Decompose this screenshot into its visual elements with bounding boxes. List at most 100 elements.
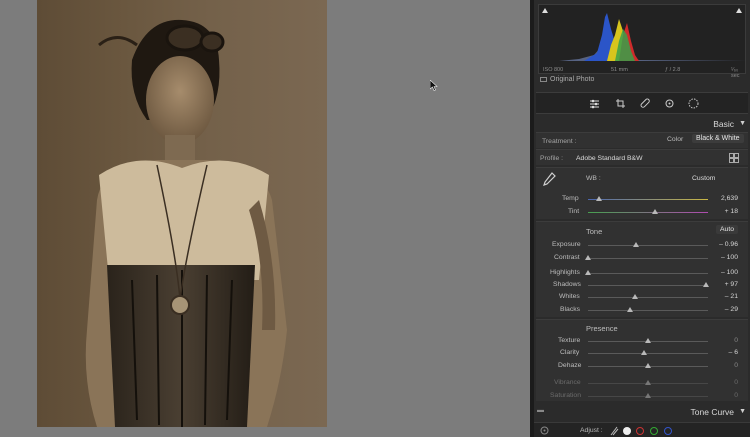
aperture-readout: ƒ / 2.8 bbox=[665, 67, 681, 73]
texture-slider[interactable] bbox=[588, 338, 708, 343]
dehaze-value[interactable]: 0 bbox=[734, 362, 738, 369]
contrast-value[interactable]: – 100 bbox=[721, 254, 738, 261]
texture-label: Texture bbox=[558, 337, 581, 344]
saturation-slider-handle[interactable] bbox=[645, 393, 651, 398]
healing-icon[interactable] bbox=[640, 98, 651, 109]
iso-readout: ISO 800 bbox=[543, 67, 564, 73]
profile-dropdown[interactable]: Adobe Standard B&W bbox=[576, 155, 643, 162]
tone-curve-section-header[interactable]: ▬ Tone Curve ▼ bbox=[534, 405, 750, 419]
masking-icon[interactable] bbox=[688, 98, 699, 109]
clarity-slider[interactable] bbox=[588, 350, 708, 355]
panel-toggle-icon[interactable]: ▬ bbox=[537, 407, 544, 414]
exposure-slider[interactable] bbox=[588, 242, 708, 247]
mouse-cursor-icon bbox=[430, 80, 438, 91]
target-adjust-icon[interactable] bbox=[540, 426, 549, 435]
contrast-label: Contrast bbox=[554, 254, 580, 261]
histogram[interactable]: ISO 800 51 mm ƒ / 2.8 ¹⁄₆₀ sec bbox=[538, 4, 747, 79]
whites-label: Whites bbox=[559, 293, 580, 300]
treatment-label: Treatment : bbox=[542, 138, 577, 145]
highlights-value[interactable]: – 100 bbox=[721, 269, 738, 276]
whites-slider[interactable] bbox=[588, 294, 708, 299]
color-dot-green[interactable] bbox=[650, 427, 658, 435]
vibrance-value[interactable]: 0 bbox=[734, 379, 738, 386]
temp-slider-handle[interactable] bbox=[595, 196, 602, 201]
shadows-value[interactable]: + 97 bbox=[725, 281, 738, 288]
vibrance-slider[interactable] bbox=[588, 380, 708, 385]
treatment-color-button[interactable]: Color bbox=[667, 136, 683, 143]
crop-icon[interactable] bbox=[615, 98, 626, 109]
dehaze-slider[interactable] bbox=[588, 363, 708, 368]
photo-preview[interactable] bbox=[37, 0, 327, 427]
shadows-slider-handle[interactable] bbox=[702, 282, 709, 287]
original-photo-toggle[interactable]: Original Photo bbox=[540, 76, 594, 83]
treatment-row: Treatment : Color Black & White bbox=[536, 132, 748, 148]
exposure-slider-handle[interactable] bbox=[633, 242, 639, 247]
tone-block: Tone Auto Exposure – 0.96 Contrast – 100… bbox=[536, 221, 748, 317]
profile-label: Profile : bbox=[540, 155, 564, 162]
shadows-slider[interactable] bbox=[588, 282, 709, 287]
basic-section-header[interactable]: Basic ▼ bbox=[534, 117, 750, 131]
basic-section-title: Basic bbox=[713, 119, 734, 129]
collapse-triangle-icon: ▼ bbox=[739, 120, 746, 127]
tint-slider[interactable] bbox=[588, 209, 708, 214]
vibrance-slider-handle[interactable] bbox=[645, 380, 651, 385]
original-photo-label: Original Photo bbox=[550, 76, 595, 83]
white-balance-block: WB : Custom Temp 2,639 Tint + 18 bbox=[536, 167, 748, 219]
blacks-slider-handle[interactable] bbox=[627, 307, 633, 312]
adjust-label: Adjust : bbox=[580, 427, 603, 434]
whites-slider-handle[interactable] bbox=[631, 294, 638, 299]
saturation-label: Saturation bbox=[550, 392, 581, 399]
texture-slider-handle[interactable] bbox=[645, 338, 651, 343]
blacks-value[interactable]: – 29 bbox=[725, 306, 738, 313]
edit-sliders-icon[interactable] bbox=[589, 98, 600, 109]
tint-slider-handle[interactable] bbox=[652, 209, 659, 214]
contrast-slider[interactable] bbox=[585, 255, 708, 260]
highlight-clipping-indicator[interactable] bbox=[736, 8, 742, 13]
texture-value[interactable]: 0 bbox=[734, 337, 738, 344]
temp-slider[interactable] bbox=[588, 196, 708, 201]
photo-icon bbox=[540, 77, 547, 82]
clarity-value[interactable]: – 6 bbox=[729, 349, 738, 356]
clarity-slider-handle[interactable] bbox=[641, 350, 648, 355]
highlights-slider[interactable] bbox=[585, 270, 708, 275]
presence-label: Presence bbox=[586, 324, 618, 333]
pen-icon[interactable] bbox=[609, 426, 619, 436]
contrast-slider-handle[interactable] bbox=[585, 255, 591, 260]
wb-dropdown[interactable]: Custom bbox=[692, 175, 715, 182]
image-canvas[interactable] bbox=[0, 0, 530, 437]
color-dot-white[interactable] bbox=[623, 427, 631, 435]
saturation-slider[interactable] bbox=[588, 393, 708, 398]
clarity-label: Clarity bbox=[560, 349, 580, 356]
treatment-bw-button[interactable]: Black & White bbox=[692, 134, 744, 143]
blacks-slider[interactable] bbox=[588, 307, 708, 312]
collapse-triangle-icon: ▼ bbox=[739, 408, 746, 415]
color-dot-red[interactable] bbox=[636, 427, 644, 435]
profile-row: Profile : Adobe Standard B&W bbox=[536, 149, 748, 165]
vibrance-label: Vibrance bbox=[554, 379, 581, 386]
dehaze-slider-handle[interactable] bbox=[645, 363, 651, 368]
presence-block: Presence Texture 0 Clarity – 6 Dehaze 0 … bbox=[536, 319, 748, 401]
tone-curve-title: Tone Curve bbox=[690, 407, 734, 417]
saturation-value[interactable]: 0 bbox=[734, 392, 738, 399]
tone-auto-button[interactable]: Auto bbox=[716, 225, 738, 234]
focal-length-readout: 51 mm bbox=[611, 67, 628, 73]
red-eye-icon[interactable] bbox=[664, 98, 675, 109]
histogram-graph bbox=[539, 13, 747, 61]
whites-value[interactable]: – 21 bbox=[725, 293, 738, 300]
highlights-slider-handle[interactable] bbox=[585, 270, 591, 275]
temp-label: Temp bbox=[562, 195, 579, 202]
eyedropper-icon[interactable] bbox=[542, 172, 556, 188]
wb-label: WB : bbox=[586, 175, 601, 182]
bottom-adjust-bar: Adjust : bbox=[534, 422, 750, 437]
profile-browser-grid-icon[interactable] bbox=[729, 153, 739, 163]
exposure-label: Exposure bbox=[552, 241, 581, 248]
temp-value[interactable]: 2,639 bbox=[721, 195, 738, 202]
tint-label: Tint bbox=[568, 208, 580, 215]
shadow-clipping-indicator[interactable] bbox=[542, 8, 548, 13]
exposure-value[interactable]: – 0.96 bbox=[719, 241, 738, 248]
shutter-readout: ¹⁄₆₀ sec bbox=[731, 67, 740, 79]
tint-value[interactable]: + 18 bbox=[725, 208, 738, 215]
highlights-label: Highlights bbox=[550, 269, 580, 276]
color-dot-blue[interactable] bbox=[664, 427, 672, 435]
tone-label: Tone bbox=[586, 227, 603, 236]
